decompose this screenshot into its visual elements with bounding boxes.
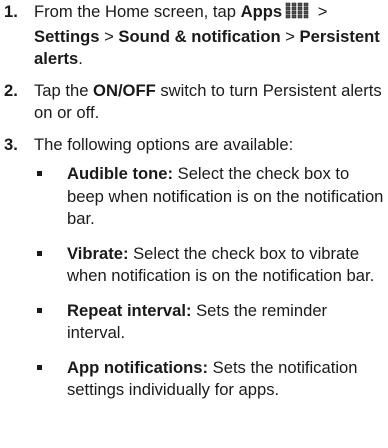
separator: > [280,26,300,46]
step-number: 2. [4,80,18,100]
step-text: The following options are available: [34,134,294,154]
option-term: App notifications: [67,357,209,377]
separator: > [313,2,328,21]
step-end: . [78,49,83,68]
option-vibrate: Vibrate: Select the check box to vibrate… [34,243,386,288]
step-1: 1. From the Home screen, tap Apps > Sett… [4,1,386,71]
step-number: 3. [4,134,18,154]
bullet [37,364,42,370]
apps-label: Apps [240,2,283,21]
apps-grid-icon [285,2,311,26]
option-term: Audible tone: [67,164,174,183]
step-text: From the Home screen, tap [34,2,241,21]
step-text: Tap the [34,80,94,100]
settings-label: Settings [34,26,100,46]
on-off-label: ON/OFF [93,80,156,100]
bullet [37,250,42,256]
apps-grid-icon-svg [285,2,309,19]
instructions: 1. From the Home screen, tap Apps > Sett… [4,1,386,414]
option-term: Repeat interval: [67,300,192,320]
option-term: Vibrate: [67,243,129,263]
separator: > [99,26,119,46]
options-list: Audible tone: Select the check box to be… [34,163,386,402]
option-app-notifications: App notifications: Sets the notification… [34,357,386,402]
step-3: 3. The following options are available: … [4,134,386,402]
option-repeat-interval: Repeat interval: Sets the reminder inter… [34,300,386,345]
step-number: 1. [4,2,18,21]
bullet [37,307,42,313]
option-audible-tone: Audible tone: Select the check box to be… [34,163,386,231]
step-2: 2. Tap the ON/OFF switch to turn Persist… [4,80,386,125]
steps-list: 1. From the Home screen, tap Apps > Sett… [4,1,386,402]
bullet [37,171,42,176]
sound-notification-label: Sound & notification [118,26,281,46]
